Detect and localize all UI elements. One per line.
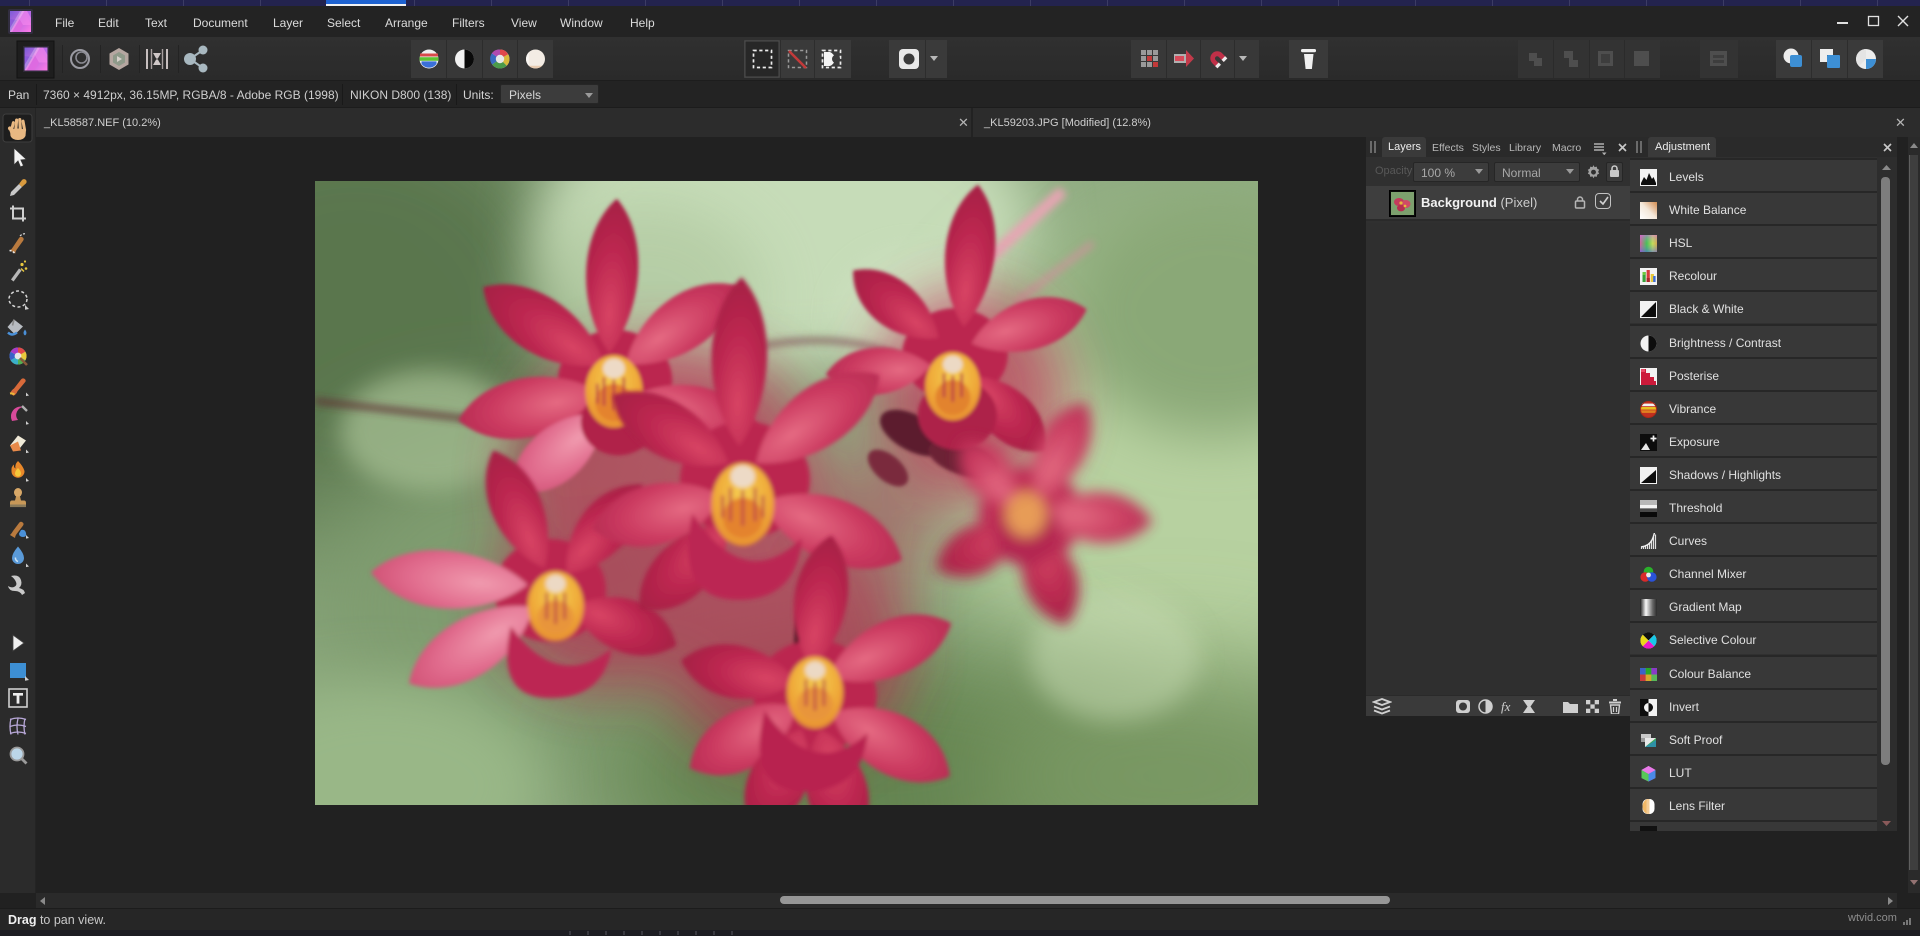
svg-text:fx: fx [1501, 699, 1511, 714]
